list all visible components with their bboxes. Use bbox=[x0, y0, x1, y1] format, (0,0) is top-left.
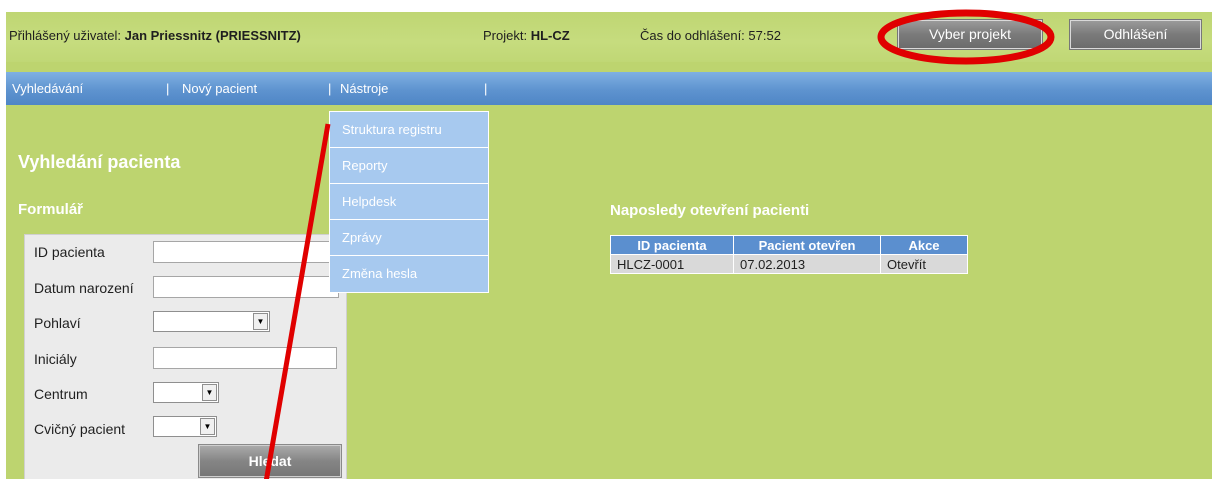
project-value: HL-CZ bbox=[530, 28, 570, 43]
practice-patient-select[interactable]: ▼ bbox=[153, 416, 217, 437]
project-label: Projekt: bbox=[483, 28, 528, 43]
logged-user-label: Přihlášený uživatel: bbox=[9, 28, 121, 43]
column-header: Akce bbox=[880, 235, 968, 255]
nav-separator: | bbox=[484, 81, 488, 96]
sex-select[interactable]: ▼ bbox=[153, 311, 270, 332]
tools-menu: Struktura registru Reporty Helpdesk Zprá… bbox=[329, 111, 489, 293]
initials-input[interactable] bbox=[153, 347, 337, 369]
logout-button[interactable]: Odhlášení bbox=[1070, 20, 1201, 49]
header-bar: Přihlášený uživatel: Jan Priessnitz (PRI… bbox=[6, 12, 1212, 62]
menu-item-messages[interactable]: Zprávy bbox=[330, 220, 488, 256]
table-row: HLCZ-0001 07.02.2013 Otevřít bbox=[610, 254, 968, 274]
nav-separator: | bbox=[328, 81, 332, 96]
column-header: Pacient otevřen bbox=[733, 235, 881, 255]
nav-new-patient[interactable]: Nový pacient bbox=[182, 81, 257, 96]
nav-separator: | bbox=[166, 81, 170, 96]
session-timeout-value: 57:52 bbox=[748, 28, 781, 43]
chevron-down-icon[interactable]: ▼ bbox=[253, 313, 268, 330]
practice-patient-label: Cvičný pacient bbox=[34, 421, 126, 437]
column-header: ID pacienta bbox=[610, 235, 734, 255]
logged-user: Přihlášený uživatel: Jan Priessnitz (PRI… bbox=[9, 28, 301, 43]
nav-tools[interactable]: Nástroje bbox=[340, 81, 388, 96]
menu-item-helpdesk[interactable]: Helpdesk bbox=[330, 184, 488, 220]
patient-id-input[interactable] bbox=[153, 241, 339, 263]
form-title: Formulář bbox=[18, 201, 84, 218]
chevron-down-icon[interactable]: ▼ bbox=[200, 418, 215, 435]
search-button[interactable]: Hledat bbox=[199, 445, 341, 477]
project-info: Projekt: HL-CZ bbox=[483, 28, 570, 43]
birth-date-input[interactable] bbox=[153, 276, 339, 298]
center-label: Centrum bbox=[34, 386, 88, 402]
open-patient-link[interactable]: Otevřít bbox=[880, 254, 968, 274]
search-form: ID pacienta Datum narození Pohlaví ▼ Ini… bbox=[24, 234, 347, 479]
sex-label: Pohlaví bbox=[34, 315, 81, 331]
app-window: Přihlášený uživatel: Jan Priessnitz (PRI… bbox=[6, 12, 1212, 479]
page-title: Vyhledání pacienta bbox=[18, 152, 181, 172]
nav-search[interactable]: Vyhledávání bbox=[12, 81, 83, 96]
chevron-down-icon[interactable]: ▼ bbox=[202, 384, 217, 401]
menu-item-reports[interactable]: Reporty bbox=[330, 148, 488, 184]
center-select[interactable]: ▼ bbox=[153, 382, 219, 403]
recent-patients-table: ID pacienta Pacient otevřen Akce HLCZ-00… bbox=[610, 235, 968, 274]
table-cell: HLCZ-0001 bbox=[610, 254, 734, 274]
table-cell: 07.02.2013 bbox=[733, 254, 881, 274]
recent-patients-title: Naposledy otevření pacienti bbox=[610, 202, 810, 219]
birth-date-label: Datum narození bbox=[34, 280, 134, 296]
initials-label: Iniciály bbox=[34, 351, 77, 367]
select-project-button[interactable]: Vyber projekt bbox=[898, 20, 1042, 49]
table-header-row: ID pacienta Pacient otevřen Akce bbox=[610, 235, 968, 255]
menu-item-change-password[interactable]: Změna hesla bbox=[330, 256, 488, 292]
patient-id-label: ID pacienta bbox=[34, 244, 105, 260]
menu-item-registry-structure[interactable]: Struktura registru bbox=[330, 112, 488, 148]
main-nav: Vyhledávání | Nový pacient | Nástroje | bbox=[6, 72, 1212, 105]
logged-user-name: Jan Priessnitz (PRIESSNITZ) bbox=[124, 28, 301, 43]
session-timeout-label: Čas do odhlášení: bbox=[640, 28, 745, 43]
session-timeout: Čas do odhlášení: 57:52 bbox=[640, 28, 781, 43]
